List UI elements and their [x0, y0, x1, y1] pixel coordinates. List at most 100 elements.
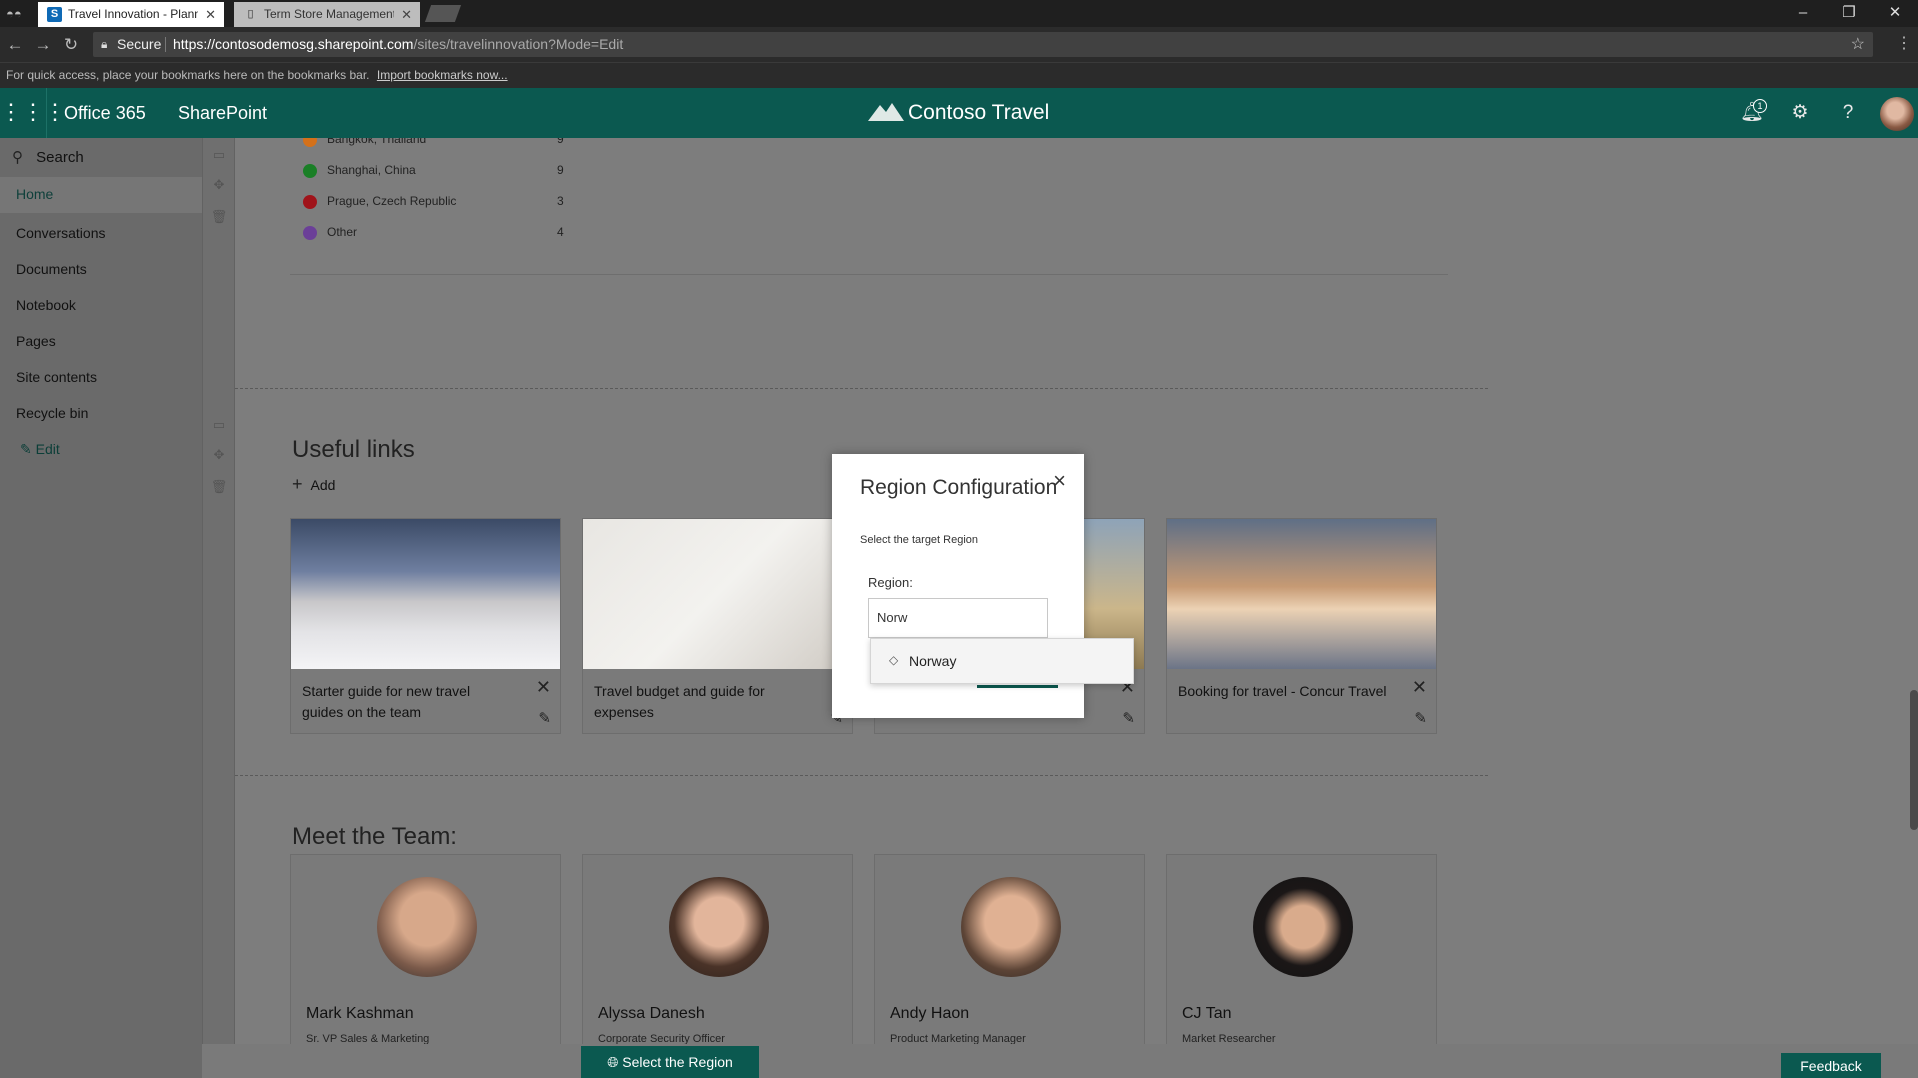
- nav-item-notebook[interactable]: Notebook: [16, 297, 76, 313]
- gear-icon[interactable]: ⚙: [1785, 88, 1815, 138]
- close-icon[interactable]: ✕: [205, 2, 216, 27]
- region-input[interactable]: Norw: [868, 598, 1048, 638]
- select-region-button[interactable]: 🌐︎ Select the Region: [581, 1046, 759, 1078]
- lock-icon: 🔒︎: [101, 37, 108, 51]
- tab-title: Term Store Management: [264, 7, 394, 21]
- sharepoint-link[interactable]: SharePoint: [178, 88, 267, 138]
- page-scrollbar[interactable]: [1910, 690, 1918, 830]
- import-bookmarks-link[interactable]: Import bookmarks now...: [377, 68, 508, 82]
- avatar[interactable]: [1880, 97, 1914, 131]
- section-title-useful-links: Useful links: [292, 436, 415, 463]
- nav-item-home[interactable]: Home: [0, 177, 202, 213]
- team-member-card[interactable]: Alyssa Danesh Corporate Security Officer: [582, 854, 853, 1076]
- legend-label: Prague, Czech Republic: [327, 194, 457, 208]
- tab-term-store[interactable]: ▯ Term Store Management ✕: [234, 2, 420, 27]
- document-icon: ▯: [247, 8, 254, 20]
- nav-item-site-contents[interactable]: Site contents: [16, 369, 97, 385]
- close-icon[interactable]: ×: [1053, 470, 1066, 492]
- divider: [165, 37, 166, 52]
- pencil-icon[interactable]: ✎: [538, 709, 551, 727]
- tag-icon: ◇: [889, 653, 899, 667]
- link-card[interactable]: Booking for travel - Concur Travel ✕ ✎: [1166, 518, 1437, 734]
- feedback-button[interactable]: Feedback: [1781, 1053, 1881, 1078]
- divider: [46, 88, 47, 138]
- dialog-title: Region Configuration: [860, 476, 1058, 499]
- minimize-icon[interactable]: –: [1780, 0, 1826, 27]
- secure-label: Secure: [117, 36, 162, 52]
- back-icon[interactable]: ←: [4, 34, 26, 56]
- close-icon[interactable]: ✕: [401, 2, 412, 27]
- team-member-card[interactable]: Andy Haon Product Marketing Manager: [874, 854, 1145, 1076]
- airport-traveler-image: [1167, 519, 1436, 669]
- legend-dot: [303, 138, 317, 147]
- tab-title: Travel Innovation - Plann: [68, 7, 198, 21]
- window-close-icon[interactable]: ✕: [1872, 0, 1918, 27]
- app-launcher-icon[interactable]: ⋮⋮⋮: [0, 88, 66, 138]
- close-icon[interactable]: ✕: [1412, 677, 1427, 698]
- delete-icon[interactable]: 🗑︎: [210, 478, 228, 496]
- new-tab-button[interactable]: [424, 5, 462, 22]
- move-icon[interactable]: ✥: [210, 446, 228, 464]
- legend-value: 3: [557, 194, 564, 208]
- delete-icon[interactable]: 🗑︎: [210, 208, 228, 226]
- office365-link[interactable]: Office 365: [64, 88, 146, 138]
- pencil-icon[interactable]: ✎: [1122, 709, 1135, 727]
- reload-icon[interactable]: ↻: [60, 34, 82, 56]
- move-icon[interactable]: ✥: [210, 176, 228, 194]
- browser-tab-bar: ◓◓ S Travel Innovation - Plann ✕ ▯ Term …: [0, 0, 1918, 27]
- edit-label: Edit: [35, 441, 60, 457]
- browser-menu-icon[interactable]: ⋮: [1896, 33, 1912, 53]
- team-member-card[interactable]: Mark Kashman Sr. VP Sales & Marketing: [290, 854, 561, 1076]
- add-link-button[interactable]: + Add: [292, 474, 335, 495]
- tab-travel-innovation[interactable]: S Travel Innovation - Plann ✕: [38, 2, 224, 27]
- link-card[interactable]: Starter guide for new travel guides on t…: [290, 518, 561, 734]
- legend-item: Other 4: [303, 225, 564, 240]
- member-name: Alyssa Danesh: [598, 1005, 705, 1022]
- search-box[interactable]: ⚲ Search: [12, 148, 84, 166]
- forward-icon[interactable]: →: [32, 34, 54, 56]
- mountain-hikers-image: [291, 519, 560, 669]
- section-title-team: Meet the Team:: [292, 823, 457, 850]
- bookmark-star-icon[interactable]: ☆: [1851, 32, 1865, 57]
- sharepoint-icon: S: [47, 7, 62, 22]
- close-icon[interactable]: ✕: [536, 677, 551, 698]
- ok-button[interactable]: [977, 685, 1058, 688]
- bookmarks-bar: For quick access, place your bookmarks h…: [0, 62, 1918, 88]
- region-label: Region:: [868, 575, 913, 590]
- divider: [290, 274, 1448, 275]
- plus-icon: +: [292, 474, 303, 494]
- legend-dot: [303, 164, 317, 178]
- incognito-icon: ◓◓: [6, 6, 22, 21]
- mountain-logo-icon: [868, 103, 904, 121]
- address-bar: ← → ↻ 🔒︎ Secure https://contosodemosg.sh…: [0, 27, 1918, 62]
- link-card[interactable]: Travel budget and guide for expenses ✎: [582, 518, 853, 734]
- member-name: Mark Kashman: [306, 1005, 414, 1022]
- team-member-card[interactable]: CJ Tan Market Researcher: [1166, 854, 1437, 1076]
- region-suggestion-item[interactable]: ◇ Norway: [870, 638, 1134, 684]
- bell-icon[interactable]: 🔔︎: [1737, 88, 1767, 138]
- nav-item-documents[interactable]: Documents: [16, 261, 87, 277]
- edit-webpart-icon[interactable]: ▭: [210, 146, 228, 164]
- card-title: Booking for travel - Concur Travel: [1178, 683, 1387, 699]
- suggestion-label: Norway: [909, 653, 957, 669]
- url-text: https://contosodemosg.sharepoint.com/sit…: [173, 32, 623, 57]
- nav-item-pages[interactable]: Pages: [16, 333, 56, 349]
- suite-bar: ⋮⋮⋮ Office 365 SharePoint Contoso Travel…: [0, 88, 1918, 138]
- card-title: Travel budget and guide for expenses: [594, 683, 765, 720]
- legend-item: Shanghai, China 9: [303, 163, 564, 178]
- restore-icon[interactable]: ❐: [1826, 0, 1872, 27]
- url-field[interactable]: 🔒︎ Secure https://contosodemosg.sharepoi…: [93, 32, 1873, 57]
- help-icon[interactable]: ?: [1833, 88, 1863, 138]
- site-title[interactable]: Contoso Travel: [868, 88, 1049, 138]
- nav-edit-link[interactable]: ✎ Edit: [20, 441, 60, 458]
- avatar: [1253, 877, 1353, 977]
- search-label: Search: [36, 149, 84, 166]
- nav-item-recycle-bin[interactable]: Recycle bin: [16, 405, 88, 421]
- legend-value: 4: [557, 225, 564, 239]
- url-host: https://contosodemosg.sharepoint.com: [173, 36, 414, 52]
- edit-webpart-icon[interactable]: ▭: [210, 416, 228, 434]
- pencil-icon[interactable]: ✎: [1414, 709, 1427, 727]
- url-path: /sites/travelinnovation?Mode=Edit: [413, 36, 624, 52]
- search-icon: ⚲: [12, 149, 23, 166]
- nav-item-conversations[interactable]: Conversations: [16, 225, 106, 241]
